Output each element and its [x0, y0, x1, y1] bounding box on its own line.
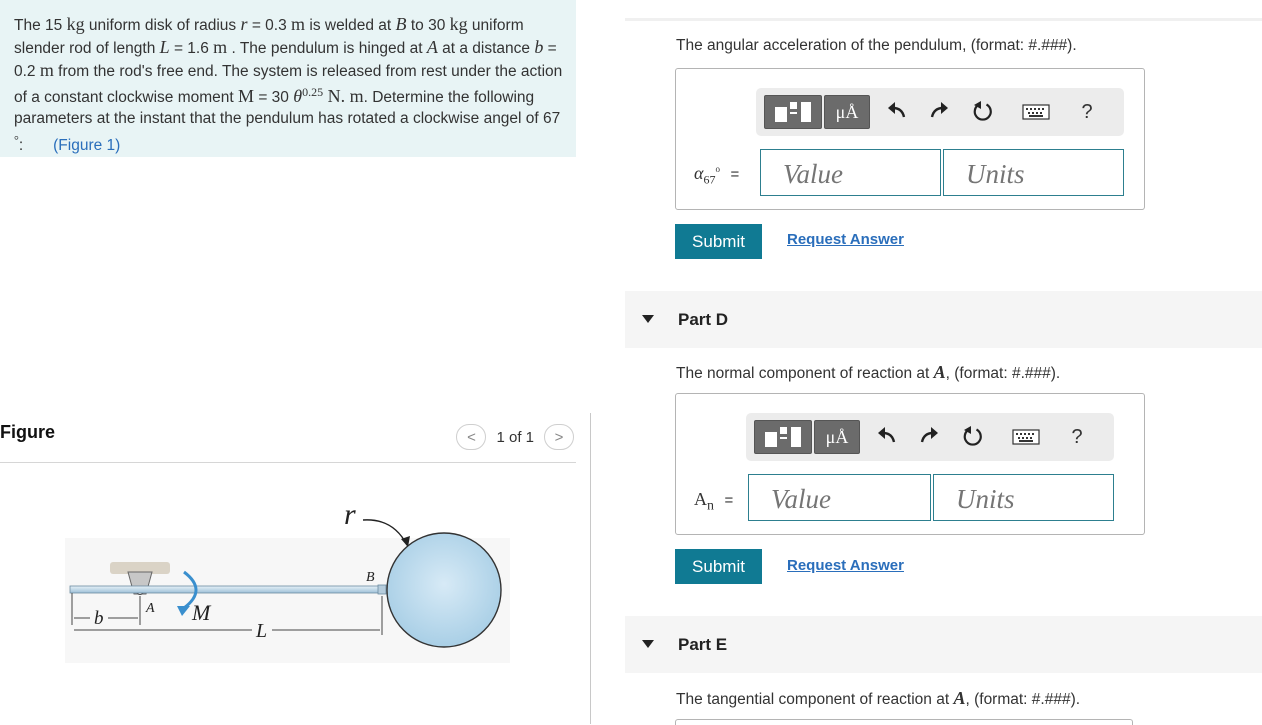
reset-icon — [963, 426, 982, 446]
keyboard-button[interactable] — [1021, 95, 1051, 129]
templates-icon — [775, 102, 811, 122]
part-c-question: The angular acceleration of the pendulum… — [676, 37, 1077, 54]
part-d-variable-label: An = — [694, 489, 734, 514]
chevron-right-icon: > — [554, 428, 564, 446]
label-A: A — [145, 601, 155, 616]
label-B: B — [366, 570, 375, 585]
redo-button[interactable] — [926, 95, 952, 129]
column-divider — [590, 413, 591, 724]
uniform-disk — [386, 532, 502, 648]
figure-title: Figure — [0, 422, 56, 442]
part-e-question: The tangential component of reaction at … — [676, 688, 1081, 708]
figure-pager: < 1 of 1 > — [456, 424, 574, 450]
part-d-submit-button[interactable]: Submit — [675, 549, 762, 584]
part-c-value-input[interactable] — [760, 149, 941, 196]
part-c-units-input[interactable] — [943, 149, 1124, 196]
undo-button[interactable] — [884, 95, 910, 129]
part-c-request-answer-link[interactable]: Request Answer — [787, 231, 904, 248]
undo-button[interactable] — [874, 420, 900, 454]
undo-icon — [878, 427, 896, 443]
redo-icon — [930, 102, 948, 118]
next-figure-button[interactable]: > — [544, 424, 574, 450]
pager-count: 1 of 1 — [496, 428, 534, 446]
problem-statement: The 15 kg uniform disk of radius r = 0.3… — [0, 0, 576, 157]
label-b: b — [94, 608, 104, 629]
keyboard-icon — [1022, 104, 1050, 120]
templates-button[interactable] — [764, 95, 822, 129]
redo-button[interactable] — [916, 420, 942, 454]
part-d-units-input[interactable] — [933, 474, 1114, 521]
keyboard-icon — [1012, 429, 1040, 445]
part-d-question: The normal component of reaction at A, (… — [676, 362, 1061, 382]
label-L: L — [255, 620, 267, 642]
part-d-toolbar: μÅ ? — [746, 413, 1114, 461]
templates-icon — [765, 427, 801, 447]
prev-figure-button[interactable]: < — [456, 424, 487, 450]
part-e-header[interactable]: Part E — [625, 616, 1262, 673]
pendulum-figure: r B M b A L — [65, 498, 510, 663]
slender-rod — [69, 585, 381, 594]
part-d-request-answer-link[interactable]: Request Answer — [787, 557, 904, 574]
part-d-answer-box: μÅ ? An = Value Units — [675, 393, 1145, 535]
help-button[interactable]: ? — [1074, 95, 1100, 129]
part-c-variable-label: α67o = — [694, 163, 740, 187]
redo-icon — [920, 427, 938, 443]
label-r: r — [344, 498, 356, 531]
help-button[interactable]: ? — [1064, 420, 1090, 454]
label-M: M — [191, 600, 212, 625]
collapse-triangle-icon — [642, 640, 654, 648]
keyboard-button[interactable] — [1011, 420, 1041, 454]
undo-icon — [888, 102, 906, 118]
part-d-header[interactable]: Part D — [625, 291, 1262, 348]
units-picker-button[interactable]: μÅ — [814, 420, 860, 454]
part-c-answer-box: μÅ ? α67o = Value Units — [675, 68, 1145, 210]
reset-button[interactable] — [970, 95, 996, 129]
part-e-title: Part E — [678, 635, 728, 654]
micro-angstrom-icon: μÅ — [825, 426, 849, 447]
part-c-submit-button[interactable]: Submit — [675, 224, 762, 259]
weld-point — [377, 584, 387, 595]
help-icon: ? — [1071, 425, 1083, 448]
part-d-value-input[interactable] — [748, 474, 931, 521]
part-c-toolbar: μÅ ? — [756, 88, 1124, 136]
top-divider — [625, 18, 1262, 21]
part-e-answer-box — [675, 719, 1133, 725]
collapse-triangle-icon — [642, 315, 654, 323]
templates-button[interactable] — [754, 420, 812, 454]
figure-link[interactable]: (Figure 1) — [53, 137, 120, 154]
figure-header: Figure < 1 of 1 > — [0, 420, 576, 463]
part-d-title: Part D — [678, 310, 729, 329]
units-picker-button[interactable]: μÅ — [824, 95, 870, 129]
reset-icon — [973, 101, 992, 121]
micro-angstrom-icon: μÅ — [835, 101, 859, 122]
help-icon: ? — [1081, 100, 1093, 123]
reset-button[interactable] — [960, 420, 986, 454]
chevron-left-icon: < — [467, 428, 476, 446]
